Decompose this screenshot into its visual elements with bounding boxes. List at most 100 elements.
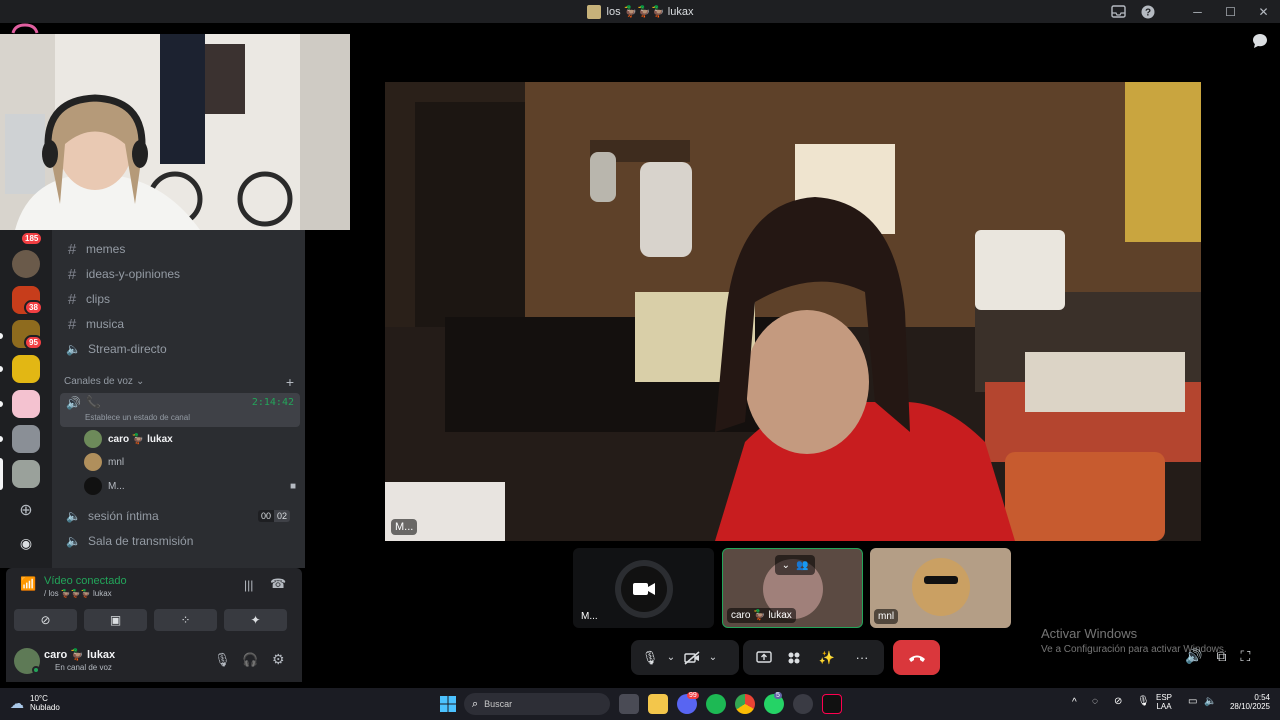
member-name: mnl [108,456,125,468]
webcam-overlay [0,34,350,230]
activities-button[interactable] [779,640,809,675]
camera-icon [621,566,667,612]
channel-stream-directo[interactable]: 🔈 Stream-directo [62,338,298,360]
mic-options-chevron-icon[interactable]: ⌄ [663,640,679,675]
voice-channel-sesion-intima[interactable]: 🔈 sesión íntima 00 02 [62,505,298,527]
tray-overflow-chevron-icon[interactable]: ^ [1072,697,1077,708]
hash-icon: # [67,315,77,333]
language-indicator[interactable]: ESP LAA [1156,693,1172,711]
disconnect-icon[interactable]: ☎ [270,576,286,592]
server-icon[interactable] [12,355,40,383]
tray-wifi-icon[interactable]: ▭ [1188,696,1197,707]
explore-servers-icon[interactable]: ◉ [14,535,38,555]
channel-ideas[interactable]: # ideas-y-opiniones [62,263,298,285]
server-icon-active[interactable] [12,460,40,488]
weather-widget[interactable]: ☁ 10°C Nublado [10,694,60,712]
status-indicator [32,666,40,674]
camera-options-chevron-icon[interactable]: ⌄ [705,640,721,675]
channel-clips[interactable]: # clips [62,288,298,310]
people-icon[interactable]: 👥 [796,560,808,571]
tile-label: caro 🦆 lukax [727,608,796,623]
user-settings-gear-icon[interactable]: ⚙ [272,651,285,668]
signal-icon: 📶 [20,576,37,591]
discord-badge: 99 [687,692,699,699]
channel-label: sesión íntima [88,509,159,523]
participant-tile-m[interactable]: M... [573,548,714,628]
tile-hover-controls[interactable]: ⌄ 👥 [775,555,815,575]
discord-home-icon[interactable] [10,22,40,34]
mention-badge: 185 [20,231,44,246]
mention-badge: 38 [24,300,43,315]
video-camera-icon: ■ [289,480,296,492]
clock-time: 0:54 [1254,693,1270,702]
connection-status[interactable]: Vídeo conectado [44,575,127,587]
file-explorer-icon[interactable] [648,694,668,714]
chat-icon[interactable] [1252,33,1268,54]
chrome-icon[interactable] [735,694,755,714]
soundboard-button[interactable]: ✦ [224,609,287,631]
noise-suppression-icon[interactable]: ||| [244,578,253,592]
taskbar-clock[interactable]: 0:54 28/10/2025 [1222,693,1270,711]
toggle-camera-button[interactable]: ⊘ [14,609,77,631]
voice-category-header[interactable]: Canales de voz ⌄ + [64,374,294,390]
voice-member[interactable]: caro 🦆 lukax [84,429,296,449]
server-icon[interactable] [12,250,40,278]
activity-controls: ✨ ··· [743,640,884,675]
voice-member[interactable]: mnl [84,452,296,472]
voice-member[interactable]: M... ■ [84,476,296,496]
member-name: caro 🦆 lukax [108,433,173,445]
speaker-active-icon: 🔊 [66,396,81,410]
tray-app-icon[interactable]: ◌ [1092,696,1098,707]
voice-channel-sala-transmision[interactable]: 🔈 Sala de transmisión [62,530,298,552]
soundboard-button[interactable]: ✨ [809,640,845,675]
tiktok-icon[interactable] [822,694,842,714]
channel-musica[interactable]: # musica [62,313,298,335]
tray-mic-icon[interactable]: 🎙 [1137,696,1150,707]
username[interactable]: caro 🦆 lukax [44,648,115,661]
channel-label: clips [86,292,111,306]
participant-tile-mnl[interactable]: mnl [870,548,1011,628]
server-icon[interactable] [12,425,40,453]
channel-status-hint[interactable]: Establece un estado de canal [85,413,190,422]
weather-desc: Nublado [30,703,60,712]
fullscreen-icon[interactable]: ⛶ [1240,648,1250,665]
task-view-icon[interactable] [619,694,639,714]
disconnect-button[interactable] [893,640,940,675]
camera-off-button[interactable] [679,640,705,675]
chevron-down-icon[interactable]: ⌄ [782,560,790,571]
svg-text:?: ? [1145,7,1151,18]
main-video-stream[interactable]: M... [385,82,1201,541]
server-icon[interactable] [12,390,40,418]
close-button[interactable]: ✕ [1247,0,1280,23]
microphone-button[interactable]: 🎙 [637,640,663,675]
main-video-label: M... [391,519,418,535]
add-server-icon[interactable]: ⊕ [14,500,38,520]
channel-memes[interactable]: # memes [62,238,298,260]
more-options-button[interactable]: ··· [845,640,879,675]
add-channel-icon[interactable]: + [286,374,294,390]
minimize-button[interactable]: ─ [1181,0,1214,23]
avatar [84,453,102,471]
maximize-button[interactable]: ☐ [1214,0,1247,23]
avatar [84,477,102,495]
settings-app-icon[interactable] [793,694,813,714]
deafen-headphones-icon[interactable]: 🎧 [242,652,258,668]
member-name: M... [108,480,125,492]
help-icon[interactable]: ? [1133,0,1163,23]
windows-start-icon[interactable] [440,696,456,712]
mute-microphone-icon[interactable]: 🎙 [214,652,231,668]
active-voice-channel[interactable]: 🔊 📞 2:14:42 Establece un estado de canal [60,393,300,427]
spotify-icon[interactable] [706,694,726,714]
tray-volume-icon[interactable]: 🔈 [1204,696,1216,707]
share-screen-button[interactable]: ▣ [84,609,147,631]
inbox-icon[interactable] [1103,0,1133,23]
connection-channel[interactable]: / los 🦆🦆🦆 lukax [44,589,112,598]
taskbar-search[interactable]: ⌕ Buscar [464,693,610,715]
activities-button[interactable]: ⁘ [154,609,217,631]
share-screen-button[interactable] [749,640,779,675]
user-status: En canal de voz [55,663,112,672]
tray-network-off-icon[interactable]: ⊘ [1114,696,1122,707]
channel-label: Stream-directo [88,342,167,356]
participant-tile-caro[interactable]: ⌄ 👥 caro 🦆 lukax [722,548,863,628]
avatar [84,430,102,448]
